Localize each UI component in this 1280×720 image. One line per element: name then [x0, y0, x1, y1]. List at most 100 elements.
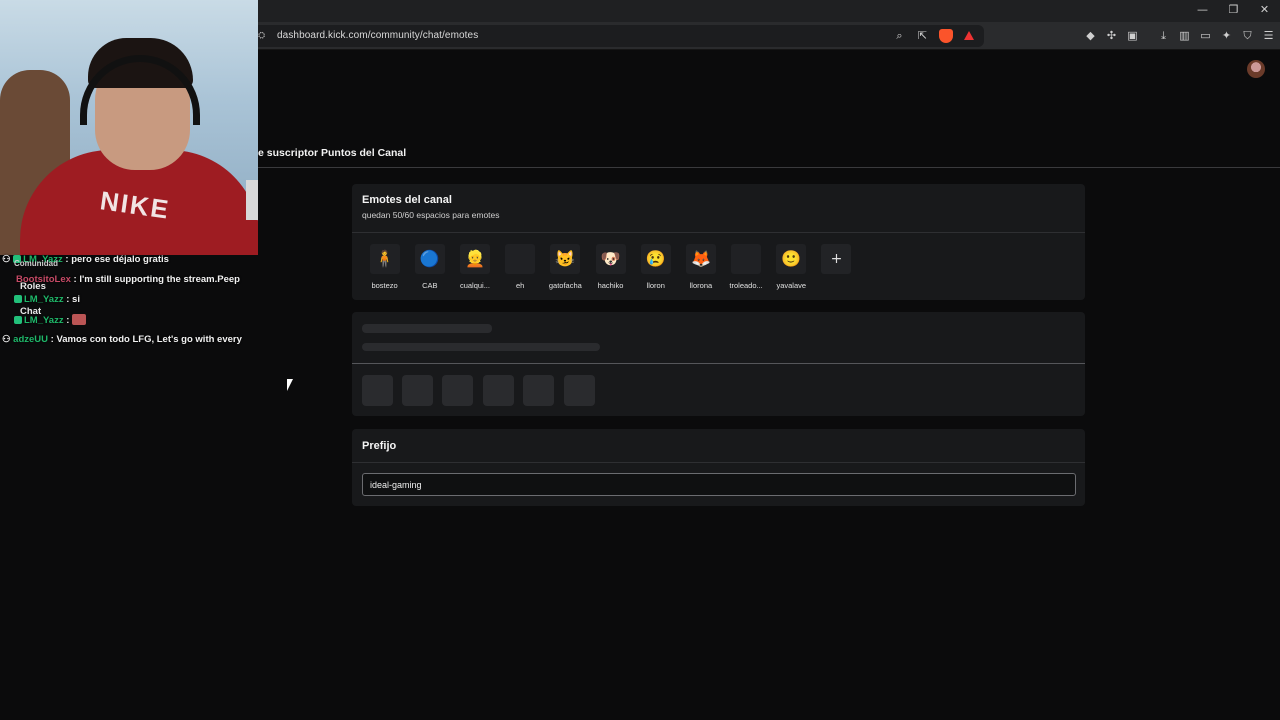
tab-channel-points[interactable]: Puntos del Canal — [321, 147, 406, 159]
sidebar-icon[interactable]: ▥ — [1177, 28, 1192, 43]
prefix-card: Prefijo — [352, 429, 1085, 506]
emote-label: yavalave — [776, 281, 807, 290]
restore-button[interactable]: ❐ — [1218, 0, 1249, 18]
screen: — ❐ ✕ ⛭ dashboard.kick.com/community/cha… — [0, 0, 1280, 720]
emote-label: hachiko — [597, 281, 624, 290]
emote-grid: 🧍 bostezo 🔵 CAB 👱 cualqui... eh 😼 gatofacha 🐶 hach… — [362, 244, 859, 290]
emote-image: 🦊 — [685, 244, 716, 274]
loading-skeleton — [564, 375, 595, 406]
add-emote-button[interactable]: + — [821, 244, 852, 274]
vpn-icon[interactable]: ⛉ — [1240, 28, 1255, 43]
emote-item[interactable]: eh — [498, 244, 543, 290]
chat-text: : I'm still supporting the stream.Peep — [73, 274, 240, 285]
community-icon: ⚇ — [2, 254, 11, 265]
emote-image: 😼 — [550, 244, 581, 274]
chat-message: BootsitoLex : I'm still supporting the s… — [16, 274, 240, 285]
puzzle-icon[interactable]: ✣ — [1104, 28, 1119, 43]
avatar[interactable] — [1247, 60, 1265, 78]
chat-text: : — [66, 315, 70, 326]
prefix-input[interactable] — [362, 473, 1076, 496]
chat-text: : si — [66, 294, 80, 305]
emote-item[interactable]: 🐶 hachiko — [588, 244, 633, 290]
divider — [352, 363, 1085, 364]
user-icon: ⚇ — [2, 334, 11, 345]
webcam-overlay: NIKE — [0, 0, 258, 255]
emote-label: eh — [515, 281, 525, 290]
extensions-bar: ◆ ✣ ▣ ⤓ ▥ ▭ ✦ ⛉ ☰ — [1083, 28, 1276, 43]
moderator-badge-icon — [14, 295, 22, 303]
menu-icon[interactable]: ☰ — [1261, 28, 1276, 43]
emote-slots-remaining: quedan 50/60 espacios para emotes — [362, 210, 500, 220]
leo-icon[interactable]: ✦ — [1219, 28, 1234, 43]
loading-skeleton — [402, 375, 433, 406]
window-controls: — ❐ ✕ — [1187, 0, 1280, 18]
divider — [352, 232, 1085, 233]
emote-image: 👱 — [459, 244, 490, 274]
moderator-badge-icon — [14, 316, 22, 324]
chat-text: : Vamos con todo LFG, Let's go with ever… — [50, 334, 242, 345]
chat-username: LM_Yazz — [24, 294, 64, 305]
channel-emotes-card: Emotes del canal quedan 50/60 espacios p… — [352, 184, 1085, 300]
webcam-cup — [246, 180, 258, 220]
chat-message: LM_Yazz : — [14, 314, 87, 326]
settings-tabs: e suscriptor Puntos del Canal — [258, 140, 1280, 168]
address-bar[interactable]: ⛭ dashboard.kick.com/community/chat/emot… — [252, 25, 984, 47]
chat-message: LM_Yazz : si — [14, 294, 80, 305]
emote-image: 🧍 — [369, 244, 400, 274]
emote-item[interactable]: 🧍 bostezo — [362, 244, 407, 290]
community-label: Comunidad — [14, 259, 58, 268]
download-icon[interactable]: ⤓ — [1156, 28, 1171, 43]
loading-skeleton — [442, 375, 473, 406]
screenshot-icon[interactable]: ▣ — [1125, 28, 1140, 43]
emote-item[interactable]: troleado... — [724, 244, 769, 290]
brave-shields-icon[interactable] — [938, 28, 953, 43]
address-bar-actions: ⌕ ⇱ — [892, 28, 976, 43]
emote-label: gatofacha — [548, 281, 582, 290]
site-info-icon[interactable]: ⛭ — [258, 30, 270, 42]
mouse-cursor-icon — [287, 379, 293, 391]
emote-item[interactable]: 👱 cualqui... — [452, 244, 497, 290]
loading-card — [352, 312, 1085, 416]
brave-rewards-icon[interactable] — [961, 28, 976, 43]
loading-skeleton — [362, 375, 393, 406]
emote-image: 🐶 — [595, 244, 626, 274]
chat-emote-icon — [72, 314, 87, 325]
loading-skeleton — [362, 324, 492, 333]
extension-a-icon[interactable]: ◆ — [1083, 28, 1098, 43]
emote-item[interactable]: 🦊 llorona — [678, 244, 723, 290]
loading-skeleton — [523, 375, 554, 406]
wallet-icon[interactable]: ▭ — [1198, 28, 1213, 43]
share-icon[interactable]: ⇱ — [915, 28, 930, 43]
emote-image: 🔵 — [414, 244, 445, 274]
emote-label: lloron — [646, 281, 665, 290]
roles-label: Roles — [20, 281, 46, 292]
divider — [352, 462, 1085, 463]
chat-username: adzeUU — [13, 334, 49, 345]
emote-label: llorona — [689, 281, 713, 290]
emote-item[interactable]: 😢 lloron — [633, 244, 678, 290]
add-emote-slot: + — [814, 244, 859, 290]
emote-item[interactable]: 🙂 yavalave — [769, 244, 814, 290]
card-title: Emotes del canal — [362, 194, 452, 206]
prefix-title: Prefijo — [362, 440, 397, 452]
tab-subscriber-emotes[interactable]: e suscriptor — [258, 147, 318, 159]
emote-image — [505, 244, 536, 274]
loading-skeleton — [362, 343, 600, 351]
loading-skeleton — [483, 375, 514, 406]
emote-item[interactable]: 🔵 CAB — [407, 244, 452, 290]
emote-label: cualqui... — [459, 281, 490, 290]
close-window-button[interactable]: ✕ — [1249, 0, 1280, 18]
emote-image — [731, 244, 762, 274]
emote-label: bostezo — [371, 281, 398, 290]
zoom-icon[interactable]: ⌕ — [892, 28, 907, 43]
emote-image: 🙂 — [776, 244, 807, 274]
minimize-button[interactable]: — — [1187, 0, 1218, 18]
emote-image: 😢 — [640, 244, 671, 274]
emote-item[interactable]: 😼 gatofacha — [543, 244, 588, 290]
emote-label: CAB — [422, 281, 438, 290]
emote-label: troleado... — [729, 281, 763, 290]
chat-message: ⚇ adzeUU : Vamos con todo LFG, Let's go … — [2, 334, 242, 345]
chat-username: LM_Yazz — [24, 315, 64, 326]
chat-text: : pero ese déjalo gratis — [65, 254, 169, 265]
url-text[interactable]: dashboard.kick.com/community/chat/emotes — [277, 30, 478, 41]
